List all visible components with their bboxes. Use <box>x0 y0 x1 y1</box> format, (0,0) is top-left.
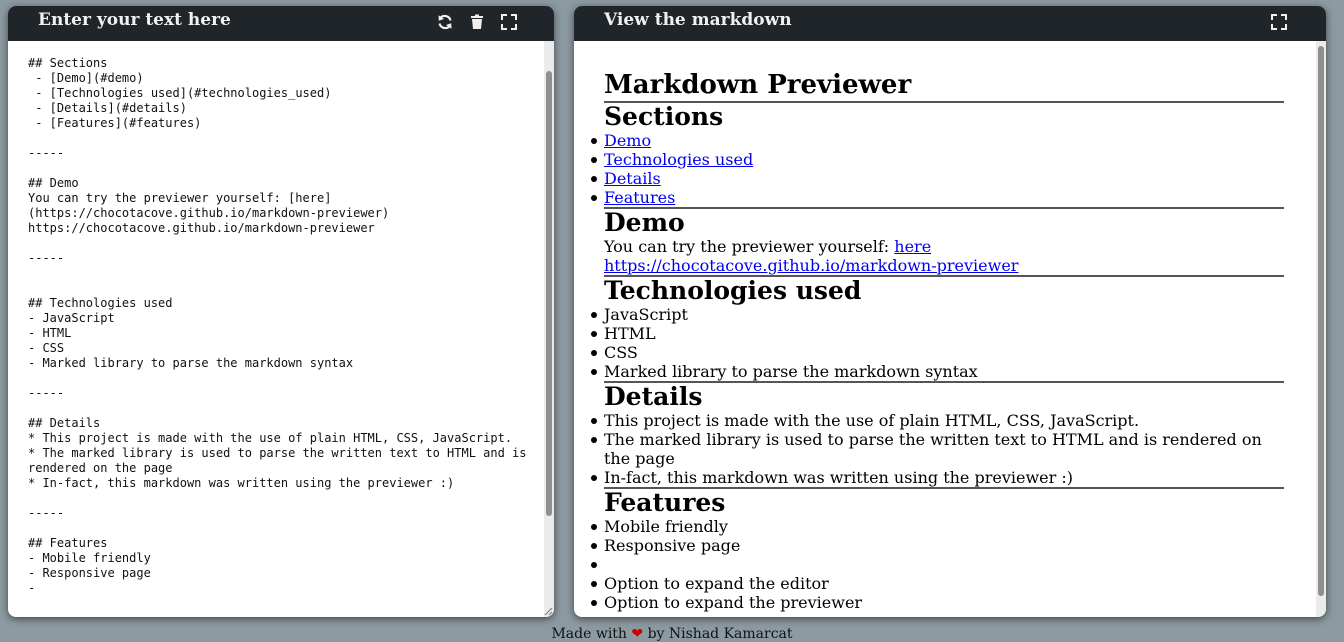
list-item: The marked library is used to parse the … <box>591 430 1284 468</box>
preview-scroll-thumb[interactable] <box>1318 46 1324 596</box>
list-item: Details <box>591 169 1284 188</box>
section-link-features[interactable]: Features <box>604 188 675 207</box>
details-heading: Details <box>604 382 703 411</box>
demo-heading: Demo <box>604 208 685 237</box>
technologies-heading: Technologies used <box>604 276 862 305</box>
list-item: Marked library to parse the markdown syn… <box>591 362 1284 381</box>
sections-heading: Sections <box>604 102 724 131</box>
demo-here-link[interactable]: here <box>894 237 931 256</box>
list-item <box>591 555 1284 574</box>
editor-textarea[interactable]: ## Sections - [Demo](#demo) - [Technolog… <box>28 56 528 596</box>
preview-title: View the markdown <box>604 10 792 30</box>
preview-titlebar: View the markdown <box>574 6 1326 41</box>
list-item: Option to expand the editor <box>591 574 1284 593</box>
list-item: CSS <box>591 343 1284 362</box>
editor-body: ## Sections - [Demo](#demo) - [Technolog… <box>8 41 554 617</box>
preview-main-heading: Markdown Previewer <box>604 70 1284 103</box>
list-item: Option to expand the previewer <box>591 593 1284 612</box>
trash-icon[interactable] <box>469 14 485 30</box>
technologies-list: JavaScript HTML CSS Marked library to pa… <box>591 305 1284 381</box>
list-item: Demo <box>591 131 1284 150</box>
list-item: In-fact, this markdown was written using… <box>591 468 1284 487</box>
list-item: Responsive page <box>591 536 1284 555</box>
details-list: This project is made with the use of pla… <box>591 411 1284 487</box>
list-item: Mobile friendly <box>591 517 1284 536</box>
demo-text: You can try the previewer yourself: <box>604 237 895 256</box>
features-heading: Features <box>604 488 726 517</box>
resize-grip-icon[interactable] <box>543 606 553 616</box>
demo-paragraph: You can try the previewer yourself: here… <box>604 237 1284 275</box>
list-item: Technologies used <box>591 150 1284 169</box>
expand-icon[interactable] <box>501 14 517 30</box>
footer-author: by Nishad Kamarcat <box>647 626 793 642</box>
list-item: Features <box>591 188 1284 207</box>
heart-icon: ❤ <box>631 626 644 642</box>
editor-scroll-thumb[interactable] <box>546 71 552 516</box>
section-link-technologies[interactable]: Technologies used <box>604 150 753 169</box>
editor-titlebar: Enter your text here <box>8 6 554 41</box>
list-item: HTML <box>591 324 1284 343</box>
editor-title: Enter your text here <box>38 10 231 30</box>
list-item: This project is made with the use of pla… <box>591 411 1284 430</box>
footer-made-with: Made with <box>551 626 627 642</box>
preview-content: Markdown Previewer Sections Demo Technol… <box>591 70 1284 612</box>
features-list: Mobile friendly Responsive page Option t… <box>591 517 1284 612</box>
editor-scrollbar[interactable] <box>544 41 554 617</box>
demo-url-link[interactable]: https://chocotacove.github.io/markdown-p… <box>604 256 1018 275</box>
preview-panel: View the markdown Markdown Previewer Sec… <box>574 6 1326 617</box>
list-item: JavaScript <box>591 305 1284 324</box>
footer: Made with ❤ by Nishad Kamarcat <box>0 626 1344 642</box>
preview-scrollbar[interactable] <box>1316 41 1326 617</box>
preview-body: Markdown Previewer Sections Demo Technol… <box>574 41 1326 617</box>
sections-list: Demo Technologies used Details Features <box>591 131 1284 207</box>
editor-panel: Enter your text here ## Sections - [Demo… <box>8 6 554 617</box>
section-link-details[interactable]: Details <box>604 169 661 188</box>
section-link-demo[interactable]: Demo <box>604 131 651 150</box>
refresh-icon[interactable] <box>437 14 453 30</box>
expand-icon[interactable] <box>1271 14 1287 30</box>
